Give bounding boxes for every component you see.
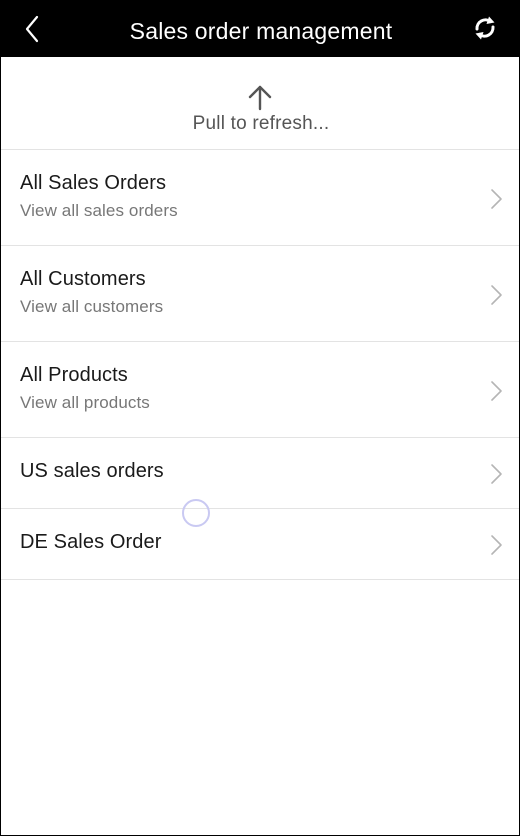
list-item-title: All Sales Orders	[20, 172, 167, 194]
list-item-de-sales-order[interactable]: DE Sales Order	[1, 509, 519, 580]
list-item-subtitle: View all customers	[20, 297, 164, 316]
chevron-right-icon	[491, 381, 502, 401]
list-item-us-sales-orders[interactable]: US sales orders	[1, 438, 519, 509]
app-screen: Sales order management Pull to refresh..…	[0, 0, 520, 836]
chevron-right-icon	[491, 464, 502, 484]
chevron-right-icon	[491, 285, 502, 305]
list-item-all-sales-orders[interactable]: All Sales Orders View all sales orders	[1, 150, 519, 246]
pull-to-refresh-label: Pull to refresh...	[192, 113, 330, 134]
list-item-all-products[interactable]: All Products View all products	[1, 342, 519, 438]
list-item-all-customers[interactable]: All Customers View all customers	[1, 246, 519, 342]
list-item-title: DE Sales Order	[20, 531, 162, 553]
list-item-title: US sales orders	[20, 460, 164, 482]
chevron-right-icon	[491, 535, 502, 555]
pull-to-refresh[interactable]: Pull to refresh...	[1, 57, 519, 150]
list-item-title: All Customers	[20, 268, 146, 290]
app-header: Sales order management	[1, 0, 519, 57]
list-item-title: All Products	[20, 364, 128, 386]
touch-indicator	[182, 499, 210, 527]
arrow-up-icon	[246, 83, 274, 111]
sync-icon	[475, 16, 495, 40]
list-item-subtitle: View all products	[20, 393, 150, 412]
page-title: Sales order management	[129, 18, 393, 44]
navigation-list: All Sales Orders View all sales orders A…	[1, 150, 519, 580]
list-item-subtitle: View all sales orders	[20, 201, 178, 220]
chevron-right-icon	[491, 189, 502, 209]
sync-button[interactable]	[469, 12, 501, 44]
